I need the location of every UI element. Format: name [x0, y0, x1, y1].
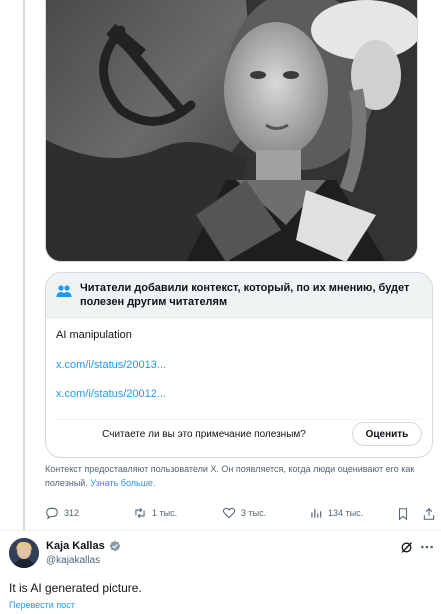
like-action[interactable]: 3 тыс. [222, 506, 266, 520]
share-icon[interactable] [422, 507, 436, 521]
heart-icon [222, 507, 236, 519]
note-footer: Контекст предоставляют пользователи X. О… [45, 462, 435, 490]
like-count: 3 тыс. [241, 508, 267, 518]
reply-author-name[interactable]: Kaja Kallas [46, 540, 121, 552]
soviet-flag-portrait-photo [46, 0, 417, 261]
translate-post-link[interactable]: Перевести пост [9, 600, 75, 610]
note-source-link-1[interactable]: x.com/i/status/20013... [56, 358, 422, 372]
reply-author-name-text: Kaja Kallas [46, 540, 105, 552]
community-note: Читатели добавили контекст, который, по … [45, 272, 433, 458]
rate-note-button[interactable]: Оценить [351, 422, 422, 446]
note-rating-question: Считаете ли вы это примечание полезным? [102, 428, 306, 440]
analytics-icon [311, 508, 322, 518]
views-count: 134 тыс. [328, 508, 364, 518]
avatar-photo-icon [9, 538, 39, 568]
post-image[interactable] [45, 0, 418, 262]
repost-icon [135, 507, 145, 519]
views-action[interactable]: 134 тыс. [309, 506, 363, 520]
reply-action[interactable]: 312 [45, 506, 79, 520]
avatar[interactable] [9, 538, 39, 568]
repost-count: 1 тыс. [152, 508, 178, 518]
note-source-link-2[interactable]: x.com/i/status/20012... [56, 387, 422, 401]
verified-badge-icon [109, 540, 121, 552]
learn-more-link[interactable]: Узнать больше. [90, 478, 155, 488]
reply-text: It is AI generated picture. [9, 581, 142, 595]
thread-line [23, 0, 25, 530]
community-note-text: AI manipulation [56, 329, 132, 341]
reply-author-handle: @kajakallas [46, 555, 101, 566]
community-note-header: Читатели добавили контекст, который, по … [46, 273, 432, 318]
people-icon [56, 285, 72, 297]
repost-action[interactable]: 1 тыс. [133, 506, 177, 520]
note-rating-row: Считаете ли вы это примечание полезным? … [56, 419, 422, 446]
reply-icon [46, 507, 58, 520]
reply-count: 312 [64, 508, 80, 518]
bookmark-icon[interactable] [396, 507, 410, 521]
more-options-icon[interactable] [420, 541, 434, 553]
grok-icon[interactable] [400, 541, 413, 554]
reply-separator [0, 530, 441, 531]
community-note-title: Читатели добавили контекст, который, по … [80, 282, 410, 308]
post-actions: 312 1 тыс. 3 тыс. 134 тыс. [45, 506, 441, 524]
